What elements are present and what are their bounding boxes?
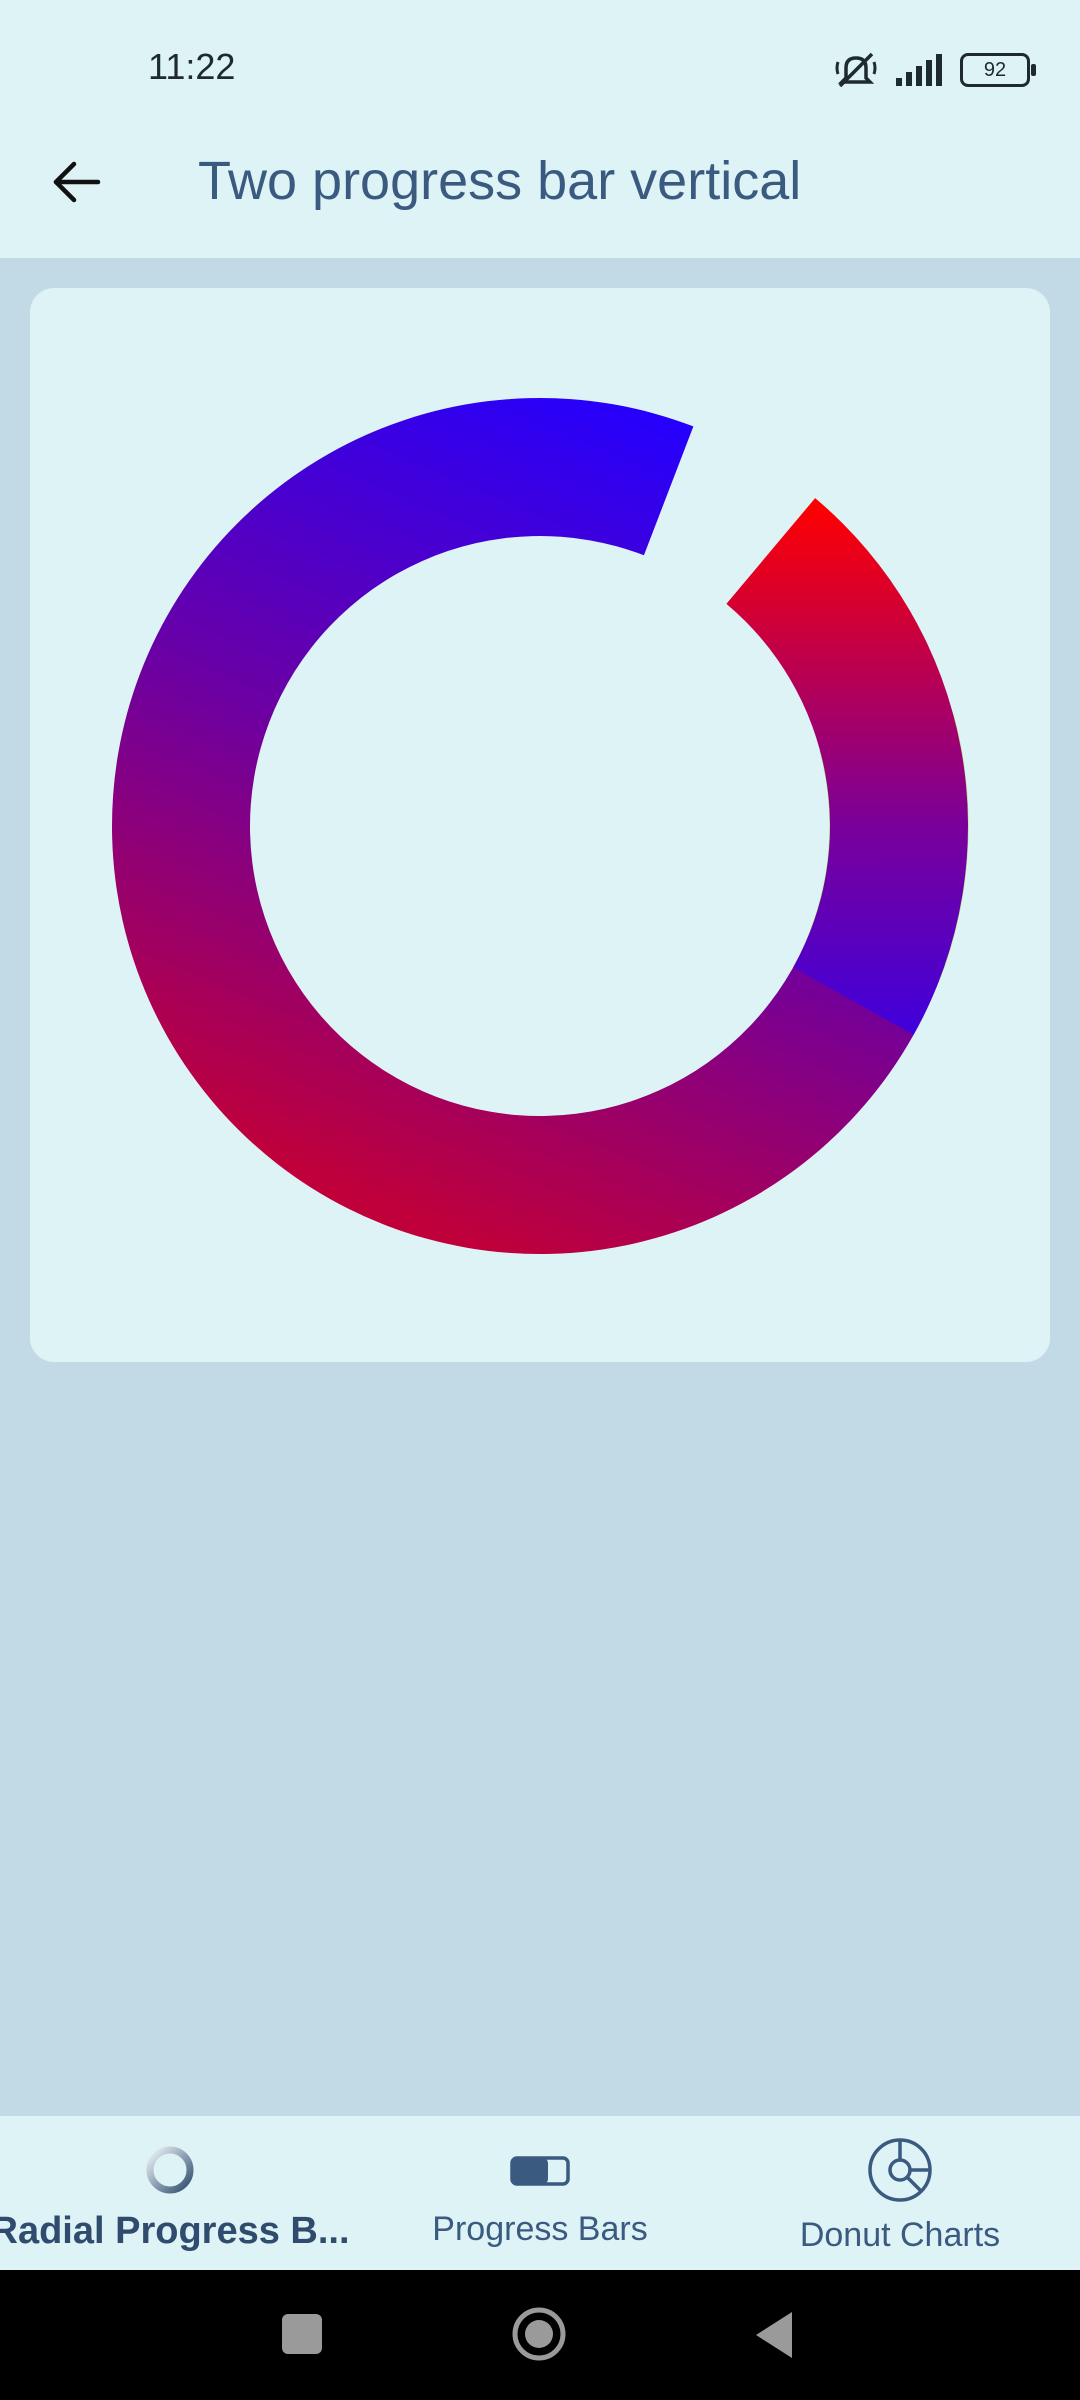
- nav-label-radial-progress: Radial Progress B...: [0, 2210, 350, 2252]
- status-time: 11:22: [148, 46, 236, 87]
- battery-level: 92: [983, 59, 1007, 81]
- nav-label-donut-charts: Donut Charts: [799, 2216, 1001, 2254]
- home-button[interactable]: [509, 2304, 569, 2364]
- status-bar: 11:22 92: [0, 0, 1080, 140]
- battery-icon: 92: [960, 53, 1036, 87]
- system-navigation-bar: [0, 2270, 1080, 2400]
- back-button[interactable]: [40, 146, 112, 218]
- page-title: Two progress bar vertical: [198, 151, 802, 211]
- bottom-navigation: Radial Progress B... Progress Bars Donut…: [0, 2116, 1080, 2270]
- back-nav-button[interactable]: [752, 2310, 798, 2360]
- radial-progress-chart: [112, 398, 969, 1254]
- recent-apps-button[interactable]: [282, 2314, 322, 2354]
- nav-item-progress-bars[interactable]: Progress Bars: [400, 2116, 680, 2270]
- arrow-left-icon: [53, 161, 101, 203]
- nav-item-radial-progress[interactable]: Radial Progress B...: [0, 2116, 350, 2270]
- chart-card: [30, 288, 1050, 1362]
- donut-chart-icon: [868, 2138, 932, 2202]
- progress-arc-right: [726, 498, 968, 1035]
- radial-progress-icon: [146, 2146, 194, 2194]
- progress-bar-icon: [510, 2156, 570, 2186]
- nav-item-donut-charts[interactable]: Donut Charts: [760, 2116, 1040, 2270]
- mute-icon: [835, 52, 877, 88]
- nav-label-progress-bars: Progress Bars: [432, 2210, 648, 2248]
- status-icons: 92: [834, 48, 1036, 92]
- signal-icon: [896, 54, 942, 86]
